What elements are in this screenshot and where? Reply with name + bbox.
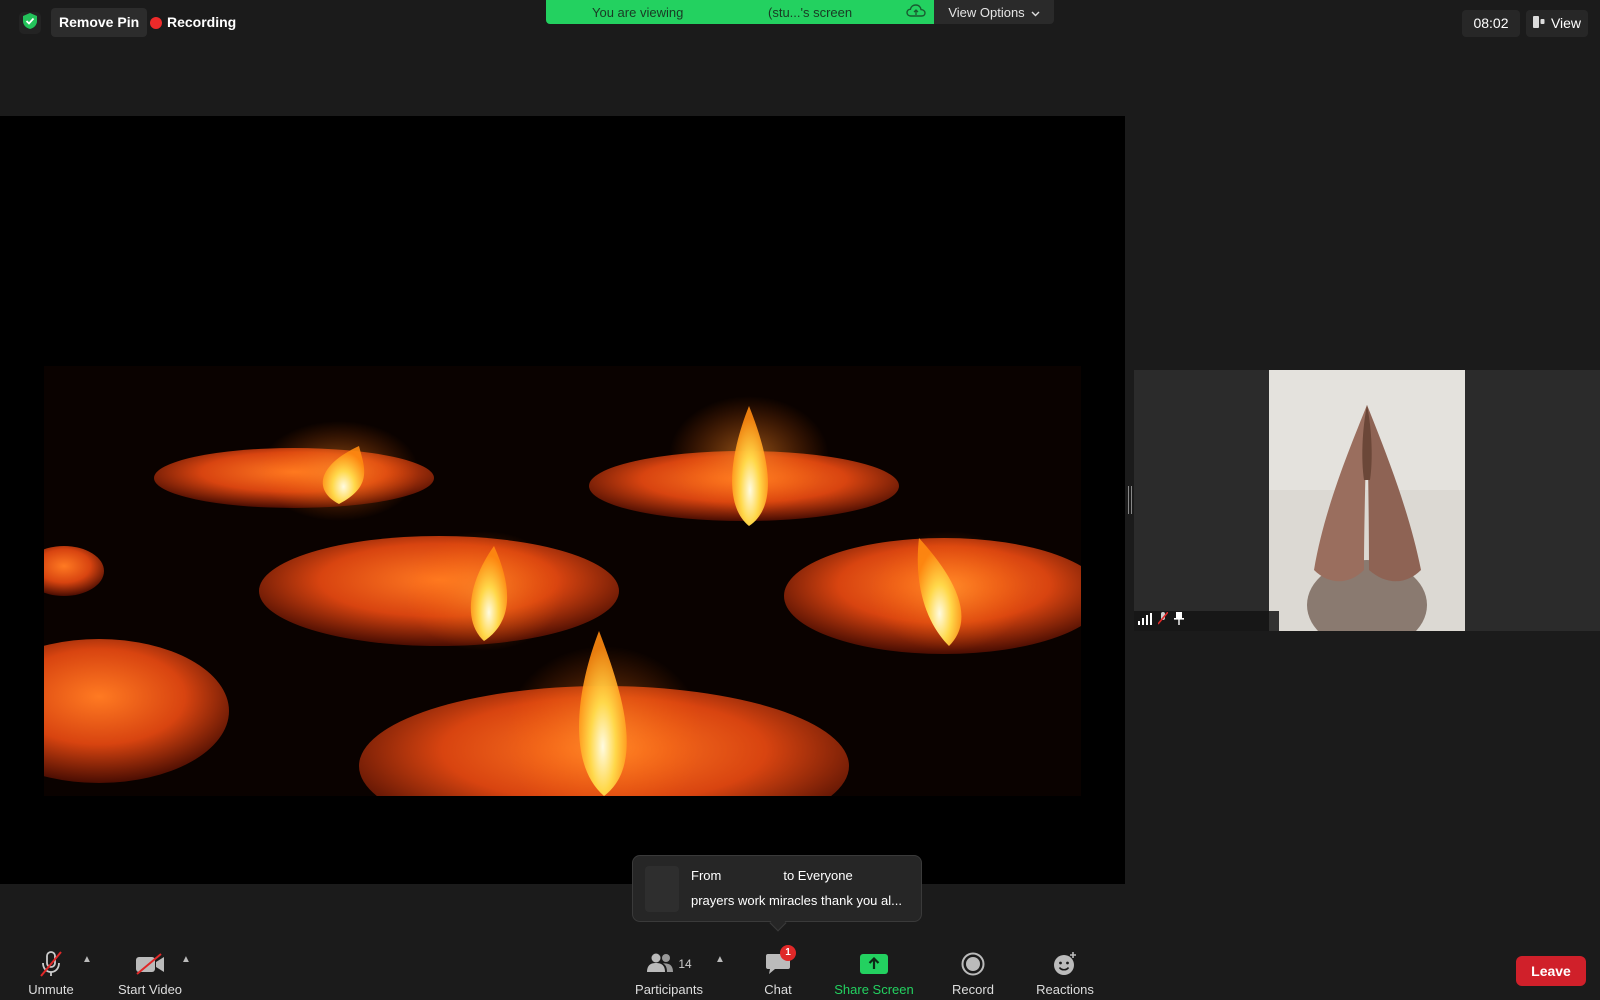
share-screen-label: Share Screen	[834, 982, 914, 997]
view-button[interactable]: View	[1526, 10, 1588, 37]
participants-icon-wrap: 14	[646, 948, 692, 980]
chevron-down-icon	[1031, 5, 1040, 20]
chat-sender-line: From to Everyone	[691, 868, 853, 883]
shared-screen-view[interactable]	[0, 116, 1125, 884]
chat-from-label: From	[691, 868, 722, 883]
meeting-toolbar: Unmute ▲ Start Video ▲ 14 Participants ▲	[0, 940, 1600, 1000]
view-layout-icon	[1532, 10, 1545, 37]
chat-sender-redacted	[721, 868, 783, 883]
zoom-meeting-window: Remove Pin Recording You are viewing (st…	[0, 0, 1600, 1000]
toast-pointer	[769, 914, 787, 932]
mic-muted-small-icon	[1157, 611, 1169, 630]
participants-count: 14	[678, 957, 692, 971]
participants-button[interactable]: 14 Participants	[628, 940, 710, 1000]
cloud-icon	[906, 3, 926, 22]
pin-icon	[1174, 612, 1184, 630]
reactions-icon	[1052, 948, 1078, 980]
meeting-timer: 08:02	[1462, 10, 1520, 37]
candles-image	[44, 366, 1081, 796]
audio-options-caret[interactable]: ▲	[82, 954, 92, 965]
recording-dot-icon	[150, 16, 162, 29]
view-options-dropdown[interactable]: View Options	[934, 0, 1054, 24]
signal-icon	[1138, 612, 1152, 630]
record-label: Record	[952, 982, 994, 997]
unmute-button[interactable]: Unmute	[22, 940, 80, 1000]
participants-icon	[646, 953, 674, 976]
leave-button[interactable]: Leave	[1516, 956, 1586, 986]
view-options-label: View Options	[948, 4, 1025, 20]
share-screen-button[interactable]: Share Screen	[830, 940, 918, 1000]
record-button[interactable]: Record	[948, 940, 998, 1000]
chat-label: Chat	[764, 982, 792, 997]
start-video-button[interactable]: Start Video	[112, 940, 188, 1000]
participants-label: Participants	[635, 982, 703, 997]
participant-video-tile[interactable]	[1134, 370, 1600, 631]
start-video-label: Start Video	[117, 982, 183, 997]
avatar	[645, 866, 679, 912]
security-shield-button[interactable]	[19, 12, 41, 34]
panel-resize-handle[interactable]	[1128, 486, 1132, 514]
recording-label: Recording	[167, 14, 237, 30]
video-options-caret[interactable]: ▲	[181, 954, 191, 965]
share-screen-icon	[860, 948, 888, 980]
participant-video-feed	[1269, 370, 1465, 631]
chat-notification-toast[interactable]: From to Everyone prayers work miracles t…	[632, 855, 922, 932]
participant-video-image	[1269, 370, 1465, 631]
viewing-banner-suffix: (stu...'s screen	[768, 4, 853, 20]
video-camera-off-icon	[135, 948, 165, 980]
unmute-label: Unmute	[28, 982, 74, 997]
remove-pin-button[interactable]: Remove Pin	[51, 8, 148, 37]
record-icon	[961, 948, 985, 980]
reactions-label: Reactions	[1036, 982, 1094, 997]
shield-icon	[23, 12, 37, 34]
chat-recipient-label: to Everyone	[783, 868, 853, 883]
chat-unread-badge: 1	[780, 945, 796, 961]
view-label: View	[1550, 15, 1582, 31]
participants-options-caret[interactable]: ▲	[715, 954, 725, 965]
viewing-banner-prefix: You are viewing	[592, 4, 684, 20]
reactions-button[interactable]: Reactions	[1032, 940, 1098, 1000]
microphone-muted-icon	[38, 948, 64, 980]
chat-message-preview: prayers work miracles thank you al...	[691, 893, 902, 908]
viewing-screen-banner: You are viewing (stu...'s screen	[546, 0, 934, 24]
chat-button[interactable]: 1 Chat	[756, 940, 800, 1000]
tile-status-bar	[1134, 611, 1279, 631]
recording-indicator[interactable]: Recording	[150, 8, 236, 37]
